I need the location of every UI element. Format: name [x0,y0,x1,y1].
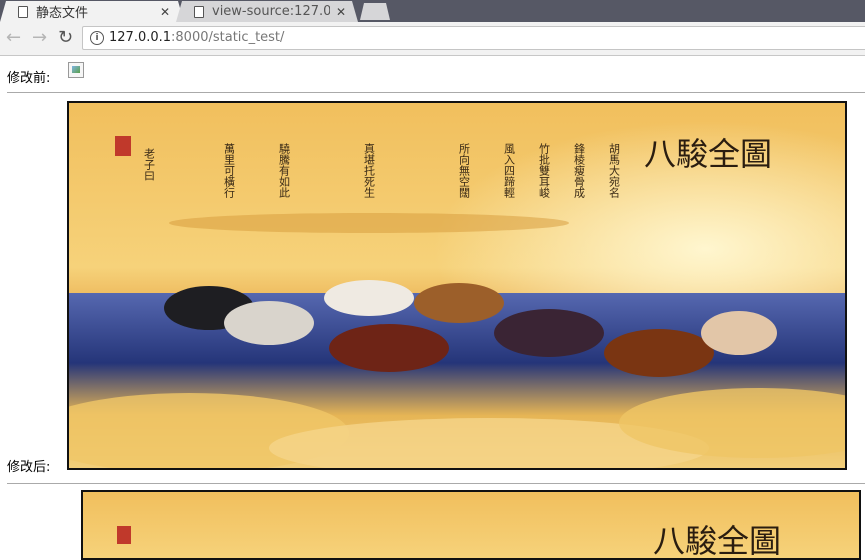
before-label: 修改前: [7,71,51,86]
svg-text:竹批雙耳峻: 竹批雙耳峻 [538,142,551,199]
close-icon[interactable]: ✕ [336,5,346,19]
url-path: :8000/static_test/ [171,30,285,45]
tab-static-files[interactable]: 静态文件 ✕ [0,1,184,22]
document-icon [18,5,28,18]
painting-svg: 老子曰 胡馬大宛名 鋒棱瘦骨成 竹批雙耳峻 風入四蹄輕 所向無空闊 真堪托死生 … [69,103,845,468]
divider [7,92,865,93]
painting-title: 八駿全圖 [644,135,772,173]
svg-text:老子曰: 老子曰 [143,148,156,181]
tab-bar: 静态文件 ✕ view-source:127.0.0 ✕ [0,0,865,22]
svg-text:萬里可橫行: 萬里可橫行 [223,143,236,199]
svg-text:真堪托死生: 真堪托死生 [363,142,376,198]
document-icon [194,5,204,18]
close-icon[interactable]: ✕ [160,5,170,19]
divider [7,483,865,484]
url-host: 127.0.0.1 [109,30,172,45]
page-content: 修改前: 老子曰 胡馬大宛名 鋒棱瘦骨成 竹批雙耳峻 風入四蹄輕 所向無空闊 真… [0,56,865,560]
after-label: 修改后: [7,460,51,475]
svg-text:鋒棱瘦骨成: 鋒棱瘦骨成 [573,142,586,199]
svg-text:胡馬大宛名: 胡馬大宛名 [608,142,621,198]
painting-title: 八駿全圖 [653,522,781,558]
info-icon[interactable]: i [90,31,104,45]
svg-text:驍騰有如此: 驍騰有如此 [278,143,291,198]
horses-painting-image: 老子曰 胡馬大宛名 鋒棱瘦骨成 竹批雙耳峻 風入四蹄輕 所向無空闊 真堪托死生 … [67,101,847,470]
broken-image-icon [68,62,84,78]
svg-text:風入四蹄輕: 風入四蹄輕 [503,143,516,199]
painting-svg-after: 八駿全圖 [83,492,859,558]
horses-painting-image-after: 八駿全圖 [81,490,861,560]
address-bar[interactable]: i 127.0.0.1:8000/static_test/ [82,26,865,50]
svg-text:所向無空闊: 所向無空闊 [458,143,471,199]
new-tab-button[interactable] [360,3,390,20]
tab-title: view-source:127.0.0 [212,4,330,19]
url-text[interactable]: 127.0.0.1:8000/static_test/ [109,30,284,45]
tab-view-source[interactable]: view-source:127.0.0 ✕ [176,1,358,22]
seal-stamp [115,136,131,156]
seal-stamp [117,526,131,544]
reload-icon[interactable]: ↻ [58,28,73,48]
browser-toolbar: ← → ↻ i 127.0.0.1:8000/static_test/ [0,22,865,56]
tab-title: 静态文件 [36,6,89,21]
forward-arrow-icon[interactable]: → [32,28,47,48]
back-arrow-icon[interactable]: ← [6,28,21,48]
